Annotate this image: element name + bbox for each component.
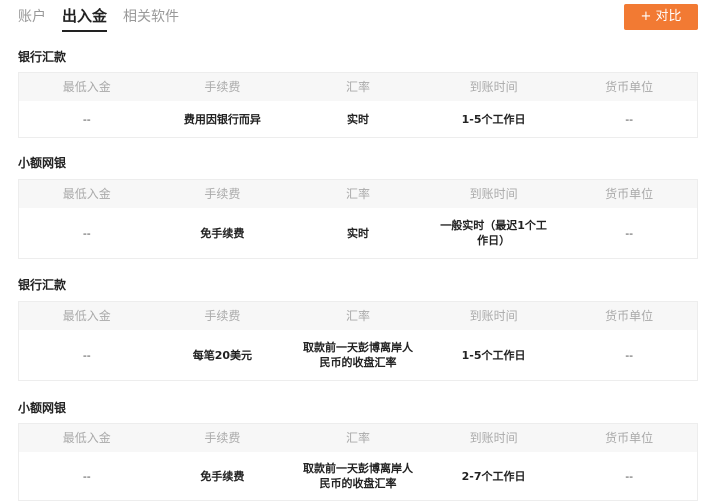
header-exchange-rate: 汇率 bbox=[345, 431, 370, 445]
section-bank-transfer-1: 银行汇款 最低入金 手续费 汇率 到账时间 货币单位 -- 费用因银行而异 实时… bbox=[18, 47, 698, 138]
cell-currency: -- bbox=[625, 348, 634, 362]
cell-exchange-rate: 实时 bbox=[346, 112, 369, 126]
cell-fee: 费用因银行而异 bbox=[183, 112, 261, 126]
tab-related-software[interactable]: 相关软件 bbox=[123, 0, 179, 32]
header-fee: 手续费 bbox=[204, 309, 241, 323]
cell-fee: 免手续费 bbox=[200, 226, 245, 240]
table-header: 最低入金 手续费 汇率 到账时间 货币单位 bbox=[19, 302, 697, 330]
section-bank-transfer-2: 银行汇款 最低入金 手续费 汇率 到账时间 货币单位 -- 每笔20美元 取款前… bbox=[18, 275, 698, 381]
section-title: 小额网银 bbox=[18, 156, 67, 170]
cell-currency: -- bbox=[625, 112, 634, 126]
table-header: 最低入金 手续费 汇率 到账时间 货币单位 bbox=[19, 424, 697, 452]
table-header: 最低入金 手续费 汇率 到账时间 货币单位 bbox=[19, 180, 697, 208]
section-title: 银行汇款 bbox=[18, 278, 67, 292]
cell-currency: -- bbox=[625, 469, 634, 483]
header-exchange-rate: 汇率 bbox=[345, 309, 370, 323]
header-arrival-time: 到账时间 bbox=[469, 309, 518, 323]
cell-exchange-rate: 取款前一天彭博离岸人民币的收盘汇率 bbox=[302, 341, 413, 369]
info-table: 最低入金 手续费 汇率 到账时间 货币单位 -- 费用因银行而异 实时 1-5个… bbox=[18, 72, 698, 138]
cell-min-deposit: -- bbox=[82, 112, 91, 126]
cell-arrival-time: 一般实时（最迟1个工作日） bbox=[440, 219, 547, 247]
header-exchange-rate: 汇率 bbox=[345, 187, 370, 201]
cell-fee: 免手续费 bbox=[200, 469, 245, 483]
info-table: 最低入金 手续费 汇率 到账时间 货币单位 -- 免手续费 取款前一天彭博离岸人… bbox=[18, 423, 698, 501]
cell-exchange-rate: 取款前一天彭博离岸人民币的收盘汇率 bbox=[302, 462, 413, 490]
section-small-online-banking-1: 小额网银 最低入金 手续费 汇率 到账时间 货币单位 -- 免手续费 实时 一般… bbox=[18, 153, 698, 259]
cell-min-deposit: -- bbox=[82, 348, 91, 362]
header-currency: 货币单位 bbox=[605, 80, 654, 94]
tab-deposit-withdrawal[interactable]: 出入金 bbox=[62, 0, 108, 32]
cell-arrival-time: 1-5个工作日 bbox=[461, 112, 526, 126]
table-row: -- 免手续费 取款前一天彭博离岸人民币的收盘汇率 2-7个工作日 -- bbox=[19, 452, 697, 500]
header-currency: 货币单位 bbox=[605, 431, 654, 445]
header-arrival-time: 到账时间 bbox=[469, 80, 518, 94]
section-small-online-banking-2: 小额网银 最低入金 手续费 汇率 到账时间 货币单位 -- 免手续费 取款前一天… bbox=[18, 398, 698, 501]
header-currency: 货币单位 bbox=[605, 187, 654, 201]
header-arrival-time: 到账时间 bbox=[469, 431, 518, 445]
tab-account[interactable]: 账户 bbox=[18, 0, 46, 32]
header-min-deposit: 最低入金 bbox=[62, 187, 111, 201]
cell-min-deposit: -- bbox=[82, 226, 91, 240]
cell-arrival-time: 1-5个工作日 bbox=[461, 348, 526, 362]
header-currency: 货币单位 bbox=[605, 309, 654, 323]
section-title: 小额网银 bbox=[18, 401, 67, 415]
header-min-deposit: 最低入金 bbox=[62, 309, 111, 323]
table-row: -- 费用因银行而异 实时 1-5个工作日 -- bbox=[19, 101, 697, 137]
tab-bar: 账户 出入金 相关软件 bbox=[18, 0, 195, 34]
section-title: 银行汇款 bbox=[18, 50, 67, 64]
cell-min-deposit: -- bbox=[82, 469, 91, 483]
info-table: 最低入金 手续费 汇率 到账时间 货币单位 -- 每笔20美元 取款前一天彭博离… bbox=[18, 301, 698, 381]
cell-currency: -- bbox=[625, 226, 634, 240]
header-fee: 手续费 bbox=[204, 431, 241, 445]
table-row: -- 每笔20美元 取款前一天彭博离岸人民币的收盘汇率 1-5个工作日 -- bbox=[19, 330, 697, 380]
header-fee: 手续费 bbox=[204, 187, 241, 201]
cell-arrival-time: 2-7个工作日 bbox=[461, 469, 526, 483]
header-min-deposit: 最低入金 bbox=[62, 431, 111, 445]
header-exchange-rate: 汇率 bbox=[345, 80, 370, 94]
header-fee: 手续费 bbox=[204, 80, 241, 94]
table-row: -- 免手续费 实时 一般实时（最迟1个工作日） -- bbox=[19, 208, 697, 258]
header-min-deposit: 最低入金 bbox=[62, 80, 111, 94]
info-table: 最低入金 手续费 汇率 到账时间 货币单位 -- 免手续费 实时 一般实时（最迟… bbox=[18, 179, 698, 259]
table-header: 最低入金 手续费 汇率 到账时间 货币单位 bbox=[19, 73, 697, 101]
compare-button[interactable]: + 对比 bbox=[624, 4, 698, 30]
cell-fee: 每笔20美元 bbox=[192, 348, 253, 362]
cell-exchange-rate: 实时 bbox=[346, 226, 369, 240]
header-arrival-time: 到账时间 bbox=[469, 187, 518, 201]
